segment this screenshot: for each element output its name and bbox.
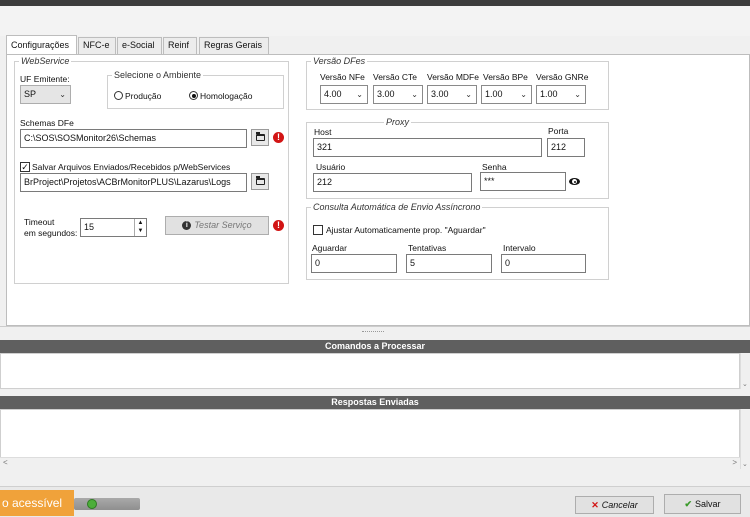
uf-emitente-select[interactable]: SP ⌄ xyxy=(20,85,71,104)
folder-icon xyxy=(256,176,265,185)
ajustar-aguardar-label: Ajustar Automaticamente prop. "Aguardar" xyxy=(326,225,486,235)
versao-nfe-label: Versão NFe xyxy=(320,72,365,82)
webservice-group-title: WebService xyxy=(19,56,72,66)
salvar-arquivos-checkbox[interactable]: ✓ xyxy=(20,162,30,172)
timeout-label-line2: em segundos: xyxy=(24,228,78,238)
respostas-scrollbar[interactable]: ⌄ xyxy=(740,409,750,469)
tab-reinf[interactable]: Reinf xyxy=(163,37,197,54)
host-input[interactable]: 321 xyxy=(313,138,542,157)
chevron-down-icon: ⌄ xyxy=(465,90,472,99)
respostas-header: Respostas Enviadas xyxy=(0,396,750,409)
host-label: Host xyxy=(314,127,332,137)
versao-nfe-select[interactable]: 4.00 ⌄ xyxy=(320,85,368,104)
comandos-text-area[interactable] xyxy=(0,353,740,389)
eye-icon[interactable] xyxy=(569,178,580,185)
error-icon: ! xyxy=(273,220,284,231)
spin-arrows-icon[interactable]: ▲ ▼ xyxy=(134,219,146,236)
splitter-grip[interactable] xyxy=(362,331,384,333)
ajustar-aguardar-checkbox[interactable] xyxy=(313,225,323,235)
versao-bpe-value: 1.00 xyxy=(485,89,503,99)
timeout-spin-input[interactable]: 15 ▲ ▼ xyxy=(80,218,147,237)
status-text: o acessível xyxy=(0,490,74,516)
intervalo-input[interactable]: 0 xyxy=(501,254,586,273)
versao-cte-value: 3.00 xyxy=(377,89,395,99)
consulta-automatica-title: Consulta Automática de Envio Assíncrono xyxy=(311,202,483,212)
tab-regras-gerais[interactable]: Regras Gerais xyxy=(199,37,269,54)
schemas-label: Schemas DFe xyxy=(20,118,74,128)
versao-bpe-select[interactable]: 1.00 ⌄ xyxy=(481,85,532,104)
uf-emitente-value: SP xyxy=(24,89,37,99)
uf-emitente-label: UF Emitente: xyxy=(20,74,70,84)
porta-input[interactable]: 212 xyxy=(547,138,585,157)
chevron-left-icon[interactable]: < xyxy=(3,458,8,467)
status-ok-icon xyxy=(87,499,97,509)
versao-mdfe-value: 3.00 xyxy=(431,89,449,99)
error-icon: ! xyxy=(273,132,284,143)
aguardar-input[interactable]: 0 xyxy=(311,254,397,273)
chevron-down-icon: ⌄ xyxy=(59,90,66,99)
comandos-header: Comandos a Processar xyxy=(0,340,750,353)
ambiente-group-title: Selecione o Ambiente xyxy=(112,70,204,80)
info-icon: i xyxy=(182,221,192,231)
versao-bpe-label: Versão BPe xyxy=(483,72,528,82)
usuario-label: Usuário xyxy=(316,162,346,172)
tentativas-input[interactable]: 5 xyxy=(406,254,492,273)
salvar-arquivos-label: Salvar Arquivos Enviados/Recebidos p/Web… xyxy=(32,162,231,172)
aguardar-label: Aguardar xyxy=(312,243,347,253)
homologacao-radio-label: Homologação xyxy=(200,91,253,101)
versao-mdfe-select[interactable]: 3.00 ⌄ xyxy=(427,85,477,104)
cancel-button-label: Cancelar xyxy=(601,500,638,510)
respostas-hscrollbar[interactable]: < > xyxy=(0,457,740,469)
chevron-down-icon: ⌄ xyxy=(520,90,527,99)
chevron-down-icon: ⌄ xyxy=(356,90,363,99)
porta-label: Porta xyxy=(548,126,569,136)
versao-mdfe-label: Versão MDFe xyxy=(427,72,479,82)
versao-gnre-select[interactable]: 1.00 ⌄ xyxy=(536,85,586,104)
comandos-scrollbar[interactable]: ⌄ xyxy=(740,353,750,389)
timeout-label-line1: Timeout xyxy=(24,217,55,227)
folder-icon xyxy=(256,132,265,141)
tab-esocial[interactable]: e-Social xyxy=(117,37,162,54)
save-button[interactable]: ✔ Salvar xyxy=(664,494,741,514)
senha-label: Senha xyxy=(482,162,507,172)
homologacao-radio[interactable] xyxy=(189,91,198,100)
proxy-title: Proxy xyxy=(384,117,412,127)
versao-nfe-value: 4.00 xyxy=(324,89,342,99)
check-icon: ✔ xyxy=(684,499,693,509)
intervalo-label: Intervalo xyxy=(503,243,536,253)
versao-gnre-label: Versão GNRe xyxy=(536,72,589,82)
versao-cte-select[interactable]: 3.00 ⌄ xyxy=(373,85,423,104)
timeout-value: 15 xyxy=(84,222,95,232)
testar-servico-button[interactable]: i Testar Serviço xyxy=(165,216,269,235)
schemas-browse-button[interactable] xyxy=(251,129,269,146)
tentativas-label: Tentativas xyxy=(408,243,447,253)
versao-cte-label: Versão CTe xyxy=(373,72,417,82)
versao-gnre-value: 1.00 xyxy=(540,89,558,99)
logs-path-input[interactable]: BrProject\Projetos\ACBrMonitorPLUS\Lazar… xyxy=(20,173,247,192)
producao-radio-label: Produção xyxy=(125,91,162,101)
cancel-button[interactable]: ✕ Cancelar xyxy=(575,496,654,514)
save-button-label: Salvar xyxy=(695,499,721,509)
senha-input[interactable]: *** xyxy=(480,172,566,191)
chevron-down-icon[interactable]: ⌄ xyxy=(742,380,748,388)
schemas-path-input[interactable]: C:\SOS\SOSMonitor26\Schemas xyxy=(20,129,247,148)
tab-strip xyxy=(0,6,750,36)
chevron-down-icon: ⌄ xyxy=(574,90,581,99)
producao-radio[interactable] xyxy=(114,91,123,100)
tab-configuracoes[interactable]: Configurações xyxy=(6,35,77,55)
tab-nfce[interactable]: NFC-e xyxy=(78,37,116,54)
testar-servico-label: Testar Serviço xyxy=(194,220,252,230)
versao-dfes-title: Versão DFes xyxy=(311,56,368,66)
cancel-x-icon: ✕ xyxy=(591,500,599,510)
usuario-input[interactable]: 212 xyxy=(313,173,472,192)
chevron-right-icon[interactable]: > xyxy=(732,458,737,467)
chevron-down-icon[interactable]: ⌄ xyxy=(742,460,748,468)
logs-browse-button[interactable] xyxy=(251,173,269,190)
status-bar xyxy=(74,498,140,510)
chevron-down-icon: ⌄ xyxy=(411,90,418,99)
